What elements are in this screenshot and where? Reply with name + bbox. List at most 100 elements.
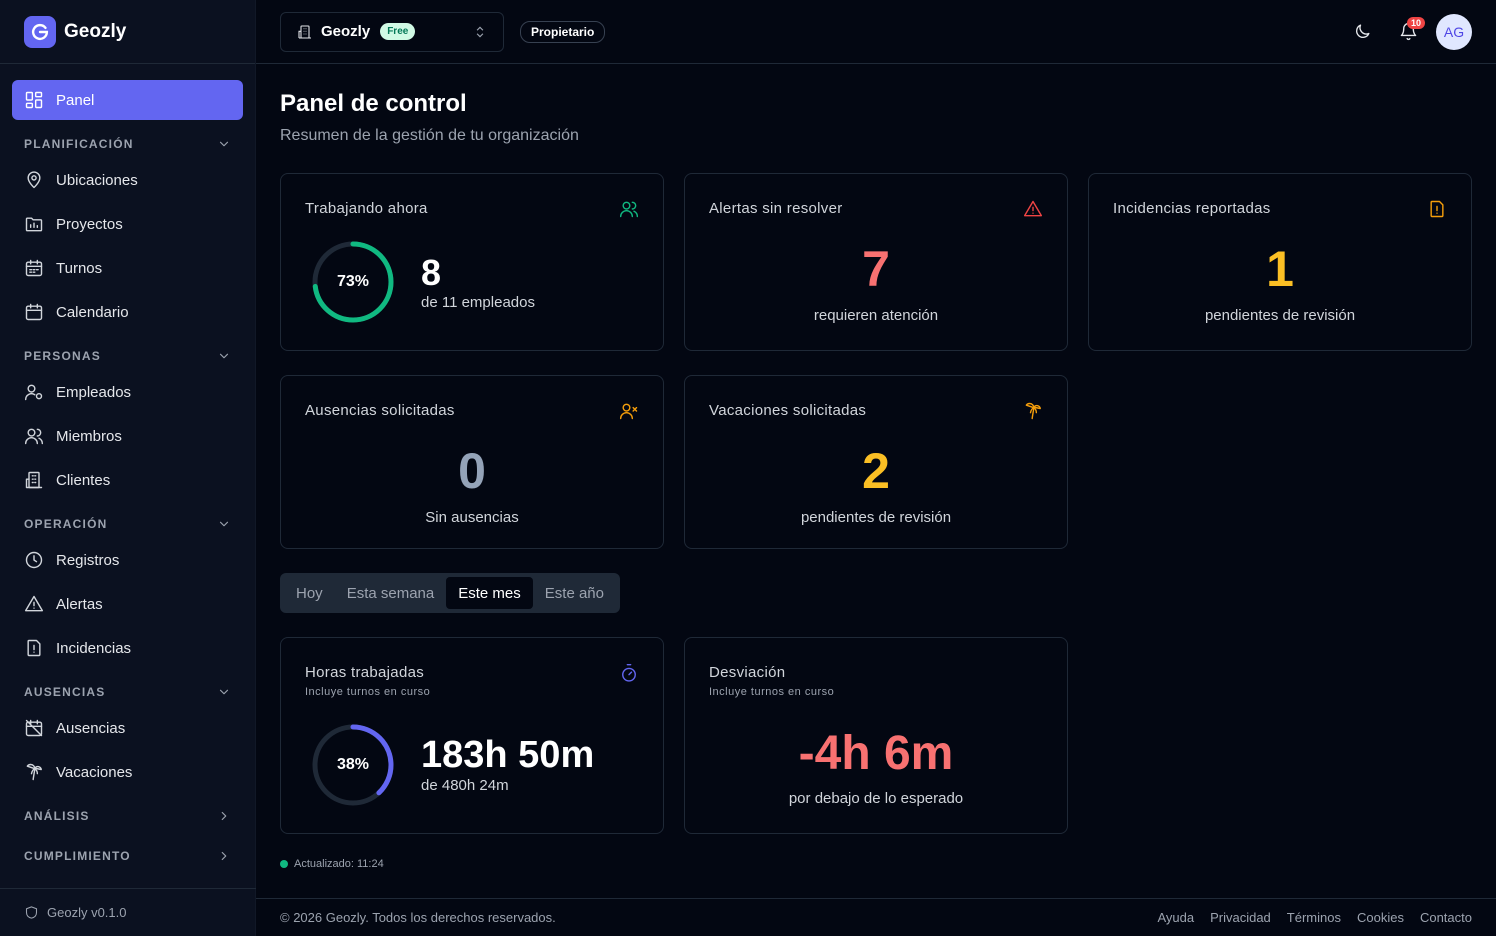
reported-incidents-card[interactable]: Incidencias reportadas 1 pendientes de r… bbox=[1088, 173, 1472, 351]
last-updated: Actualizado: 11:24 bbox=[280, 858, 384, 870]
section-analisis[interactable]: ANÁLISIS bbox=[12, 800, 243, 832]
last-updated-text: Actualizado: 11:24 bbox=[294, 858, 384, 870]
card-title: Ausencias solicitadas bbox=[305, 402, 455, 419]
sidebar-item-label: Clientes bbox=[56, 471, 111, 489]
users-icon bbox=[619, 199, 639, 219]
footer-link-cookies[interactable]: Cookies bbox=[1357, 910, 1404, 925]
sidebar-nav: Panel PLANIFICACIÓN Ubicaciones Proyecto… bbox=[0, 64, 255, 872]
unresolved-alerts-card[interactable]: Alertas sin resolver 7 requieren atenció… bbox=[684, 173, 1068, 351]
card-title: Desviación bbox=[709, 664, 786, 681]
deviation-card[interactable]: Desviación Incluye turnos en curso -4h 6… bbox=[684, 637, 1068, 834]
worked-hours-card[interactable]: Horas trabajadas Incluye turnos en curso… bbox=[280, 637, 664, 834]
section-cumplimiento[interactable]: CUMPLIMIENTO bbox=[12, 840, 243, 872]
tab-esta-semana[interactable]: Esta semana bbox=[335, 577, 447, 609]
vacations-count: 2 bbox=[862, 443, 890, 499]
requested-vacations-card[interactable]: Vacaciones solicitadas 2 pendientes de r… bbox=[684, 375, 1068, 549]
working-count: 8 bbox=[421, 252, 442, 293]
theme-toggle-button[interactable] bbox=[1344, 14, 1380, 50]
shield-icon bbox=[25, 906, 38, 919]
footer-link-terminos[interactable]: Términos bbox=[1287, 910, 1341, 925]
footer-link-contacto[interactable]: Contacto bbox=[1420, 910, 1472, 925]
section-label: PERSONAS bbox=[24, 349, 101, 363]
section-label: ANÁLISIS bbox=[24, 809, 90, 823]
sidebar-item-label: Registros bbox=[56, 551, 120, 569]
clock-icon bbox=[25, 551, 43, 569]
sidebar-item-panel[interactable]: Panel bbox=[12, 80, 243, 120]
sidebar-item-registros[interactable]: Registros bbox=[12, 540, 243, 580]
section-label: CUMPLIMIENTO bbox=[24, 849, 131, 863]
calendar-icon bbox=[25, 303, 43, 321]
page-footer: © 2026 Geozly. Todos los derechos reserv… bbox=[256, 898, 1496, 936]
warning-triangle-icon bbox=[1023, 199, 1043, 219]
footer-links: Ayuda Privacidad Términos Cookies Contac… bbox=[1141, 910, 1472, 925]
working-progress-ring: 73% bbox=[311, 240, 395, 324]
chevron-down-icon bbox=[219, 141, 229, 147]
footer-link-privacidad[interactable]: Privacidad bbox=[1210, 910, 1271, 925]
sidebar-item-ubicaciones[interactable]: Ubicaciones bbox=[12, 160, 243, 200]
main-content: Panel de control Resumen de la gestión d… bbox=[256, 64, 1496, 898]
page-subtitle: Resumen de la gestión de tu organización bbox=[280, 127, 579, 144]
chevron-down-icon bbox=[219, 521, 229, 527]
chevron-down-icon bbox=[219, 353, 229, 359]
building-icon bbox=[297, 24, 313, 40]
sidebar-item-turnos[interactable]: Turnos bbox=[12, 248, 243, 288]
requested-absences-card[interactable]: Ausencias solicitadas 0 Sin ausencias bbox=[280, 375, 664, 549]
organization-switcher[interactable]: Geozly Free bbox=[280, 11, 504, 52]
sidebar-item-alertas[interactable]: Alertas bbox=[12, 584, 243, 624]
calendar-off-icon bbox=[25, 719, 43, 737]
sidebar-item-proyectos[interactable]: Proyectos bbox=[12, 204, 243, 244]
user-cog-icon bbox=[24, 384, 43, 401]
sidebar-item-label: Miembros bbox=[56, 427, 122, 445]
sidebar-item-calendario[interactable]: Calendario bbox=[12, 292, 243, 332]
timer-icon bbox=[619, 663, 639, 683]
notifications-button[interactable]: 10 bbox=[1390, 14, 1426, 50]
absences-count: 0 bbox=[458, 443, 486, 499]
sidebar-item-label: Incidencias bbox=[56, 639, 132, 657]
user-avatar[interactable]: AG bbox=[1436, 13, 1472, 50]
role-badge: Propietario bbox=[520, 20, 606, 43]
map-pin-icon bbox=[27, 171, 41, 189]
header-actions: 10 AG bbox=[1334, 13, 1496, 50]
sidebar-item-ausencias[interactable]: Ausencias bbox=[12, 708, 243, 748]
sidebar-item-incidencias[interactable]: Incidencias bbox=[12, 628, 243, 668]
progress-percent: 38% bbox=[336, 756, 370, 773]
section-operacion[interactable]: OPERACIÓN bbox=[12, 508, 243, 540]
user-x-icon bbox=[619, 401, 639, 421]
deviation-caption: por debajo de lo esperado bbox=[788, 790, 964, 807]
folder-chart-icon bbox=[25, 217, 43, 232]
vacations-caption: pendientes de revisión bbox=[800, 509, 952, 526]
sidebar-item-vacaciones[interactable]: Vacaciones bbox=[12, 752, 243, 792]
incidents-caption: pendientes de revisión bbox=[1204, 307, 1356, 324]
section-label: PLANIFICACIÓN bbox=[24, 137, 134, 151]
brand-name: Geozly bbox=[64, 20, 127, 42]
sidebar-item-label: Alertas bbox=[56, 595, 103, 613]
card-subtitle: Incluye turnos en curso bbox=[305, 686, 431, 698]
period-tabs: Hoy Esta semana Este mes Este año bbox=[280, 573, 620, 613]
plan-badge: Free bbox=[380, 23, 416, 40]
deviation-value: -4h 6m bbox=[798, 727, 954, 780]
chevrons-up-down-icon bbox=[473, 25, 487, 39]
sidebar-item-empleados[interactable]: Empleados bbox=[12, 372, 243, 412]
tab-este-mes[interactable]: Este mes bbox=[446, 577, 533, 609]
tab-este-ano[interactable]: Este año bbox=[533, 577, 616, 609]
palm-tree-icon bbox=[26, 763, 42, 781]
section-personas[interactable]: PERSONAS bbox=[12, 340, 243, 372]
sidebar-item-clientes[interactable]: Clientes bbox=[12, 460, 243, 500]
footer-link-ayuda[interactable]: Ayuda bbox=[1157, 910, 1194, 925]
sidebar-item-label: Proyectos bbox=[56, 215, 123, 233]
brand[interactable]: Geozly bbox=[0, 0, 255, 64]
sidebar-item-miembros[interactable]: Miembros bbox=[12, 416, 243, 456]
card-subtitle: Incluye turnos en curso bbox=[709, 686, 835, 698]
sidebar-item-label: Calendario bbox=[56, 303, 129, 321]
sidebar: Geozly Panel PLANIFICACIÓN Ubicaciones P… bbox=[0, 0, 256, 936]
card-title: Horas trabajadas bbox=[305, 664, 425, 681]
sidebar-item-label: Ausencias bbox=[56, 719, 126, 737]
working-now-card[interactable]: Trabajando ahora 73% 8 de 11 empleados bbox=[280, 173, 664, 351]
alerts-caption: requieren atención bbox=[813, 307, 939, 324]
section-planificacion[interactable]: PLANIFICACIÓN bbox=[12, 128, 243, 160]
section-ausencias[interactable]: AUSENCIAS bbox=[12, 676, 243, 708]
sidebar-item-label: Ubicaciones bbox=[56, 171, 138, 189]
warning-triangle-icon bbox=[24, 595, 44, 612]
chevron-down-icon bbox=[219, 689, 229, 695]
tab-hoy[interactable]: Hoy bbox=[284, 577, 335, 609]
